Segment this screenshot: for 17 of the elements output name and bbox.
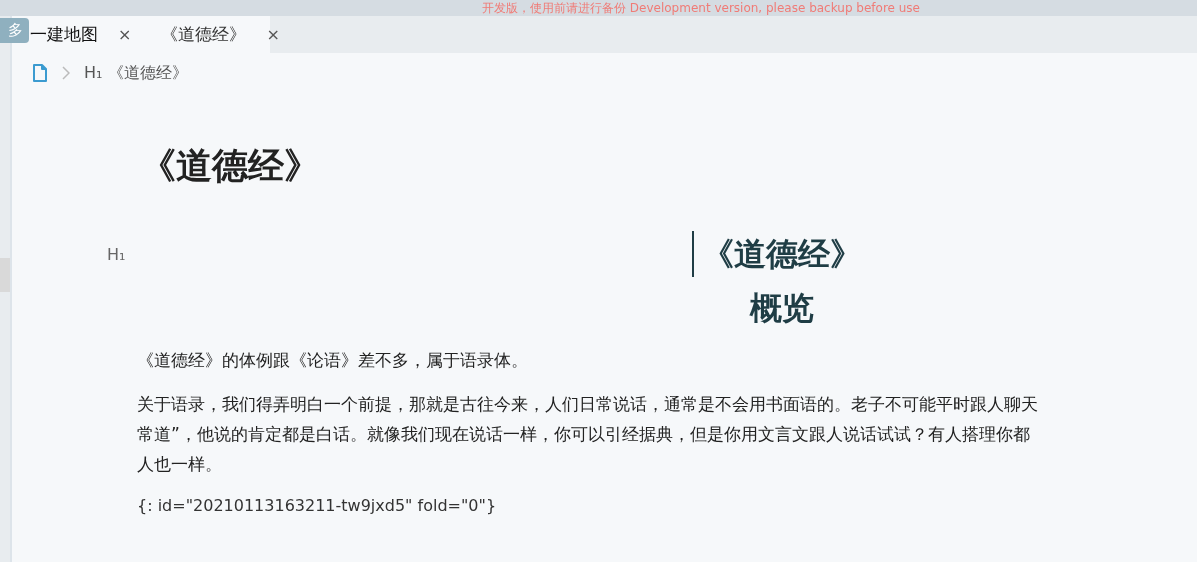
warning-banner-text: 开发版，使用前请进行备份 Development version, please backup before use (482, 0, 920, 16)
paragraph-line: 《道德经》的体例跟《论语》差不多，属于语录体。 (137, 349, 529, 372)
chevron-icon (62, 66, 70, 80)
tooltip: 多 (0, 18, 29, 43)
paragraph-line: 人也一样。 (137, 453, 223, 476)
file-icon[interactable] (32, 64, 48, 82)
section-heading: 概览 (750, 289, 814, 327)
document-title: 《道德经》 (140, 144, 321, 188)
close-icon[interactable]: × (266, 25, 280, 44)
heading-marker[interactable]: H₁ (107, 244, 692, 264)
tab[interactable]: 《道德经》 × (143, 16, 292, 53)
breadcrumb-item[interactable]: H₁ 《道德经》 (84, 62, 188, 84)
quote-heading: 《道德经》 (692, 231, 862, 277)
close-icon[interactable]: × (118, 25, 132, 44)
paragraph-line: 关于语录，我们得弄明白一个前提，那就是古往今来，人们日常说话，通常是不会用书面语的。老子不可能平时跟人聊天 (137, 393, 1039, 416)
paragraph-line: 常道”，他说的肯定都是白话。就像我们现在说话一样，你可以引经据典，但是你用文言文跟人说话试试？有人搭理你都 (137, 423, 1031, 446)
attribute-line: {: id="20210113163211-tw9jxd5" fold="0"} (137, 495, 498, 517)
